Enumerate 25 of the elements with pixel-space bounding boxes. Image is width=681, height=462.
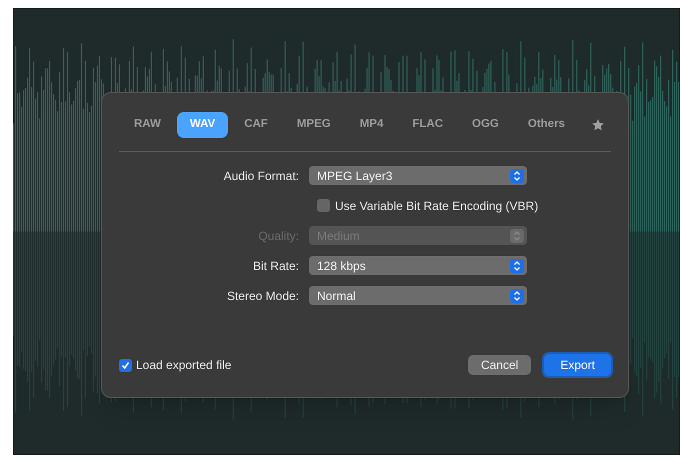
select-field[interactable]: MPEG Layer3	[309, 166, 527, 185]
stepper-icon	[510, 258, 524, 272]
format-tab[interactable]: CAF	[231, 112, 281, 138]
format-tab[interactable]: RAW	[121, 112, 174, 138]
stepper-icon	[510, 288, 524, 302]
field-label: Bit Rate:	[252, 258, 300, 274]
format-tab[interactable]: MPEG	[284, 112, 344, 138]
format-tab[interactable]: FLAC	[399, 112, 456, 138]
stepper-icon	[510, 228, 524, 242]
format-tab[interactable]: MP4	[346, 112, 396, 138]
checkbox[interactable]	[119, 358, 132, 372]
format-tab[interactable]: Others	[514, 112, 578, 138]
select-field[interactable]: Normal	[309, 286, 527, 305]
cancel-button[interactable]: Cancel	[468, 355, 532, 375]
field-label: Audio Format:	[222, 168, 300, 184]
checkbox-label: Load exported file	[136, 357, 232, 374]
checkbox[interactable]	[317, 199, 330, 212]
star-icon[interactable]	[590, 118, 605, 132]
format-tab[interactable]: WAV	[176, 112, 228, 138]
format-tab[interactable]: OGG	[459, 112, 512, 138]
checkbox-label: Use Variable Bit Rate Encoding (VBR)	[335, 198, 538, 214]
select-field[interactable]: 128 kbps	[309, 256, 527, 275]
field-label: Stereo Mode:	[226, 288, 300, 304]
export-button[interactable]: Export	[544, 354, 611, 376]
stepper-icon	[510, 168, 524, 182]
